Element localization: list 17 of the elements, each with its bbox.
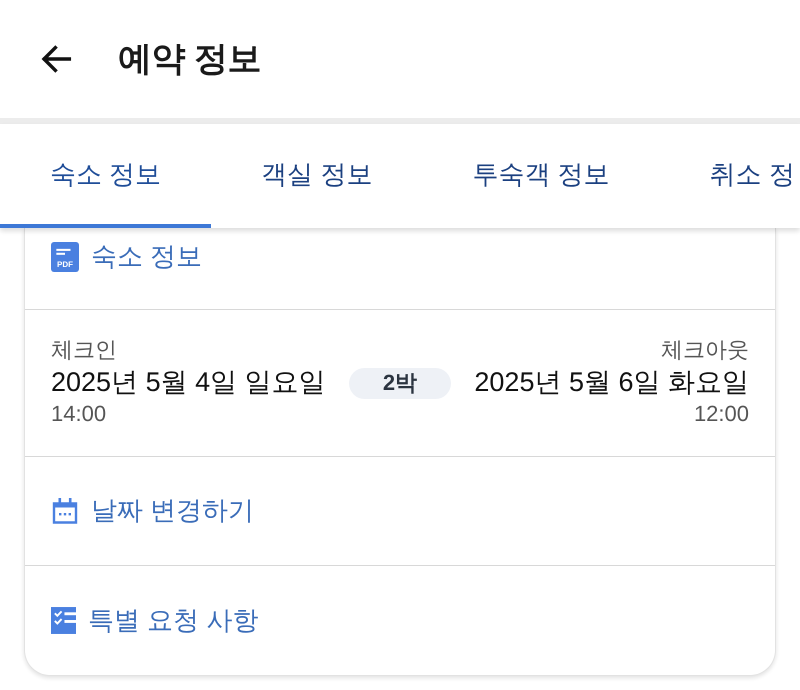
nights-badge: 2박: [349, 368, 451, 399]
tab[interactable]: 투숙객 정보: [422, 124, 660, 228]
check-out-label: 체크아웃: [661, 336, 749, 364]
checklist-icon: [51, 607, 76, 634]
check-out-date: 2025년 5월 6일 화요일: [474, 366, 749, 399]
check-in-time: 14:00: [51, 400, 106, 428]
tab[interactable]: 객실 정보: [211, 124, 422, 228]
page-title: 예약 정보: [118, 39, 261, 80]
tab[interactable]: 취소 정: [660, 124, 800, 228]
special-requests-link[interactable]: 특별 요청 사항: [51, 603, 258, 638]
check-in-label: 체크인: [51, 336, 117, 364]
property-info-link[interactable]: PDF 숙소 정보: [51, 239, 202, 274]
check-out-time: 12:00: [694, 400, 749, 428]
check-in-date: 2025년 5월 4일 일요일: [51, 366, 326, 399]
calendar-icon: [51, 496, 79, 525]
change-dates-link[interactable]: 날짜 변경하기: [51, 493, 254, 528]
pdf-document-icon: PDF: [51, 242, 79, 272]
